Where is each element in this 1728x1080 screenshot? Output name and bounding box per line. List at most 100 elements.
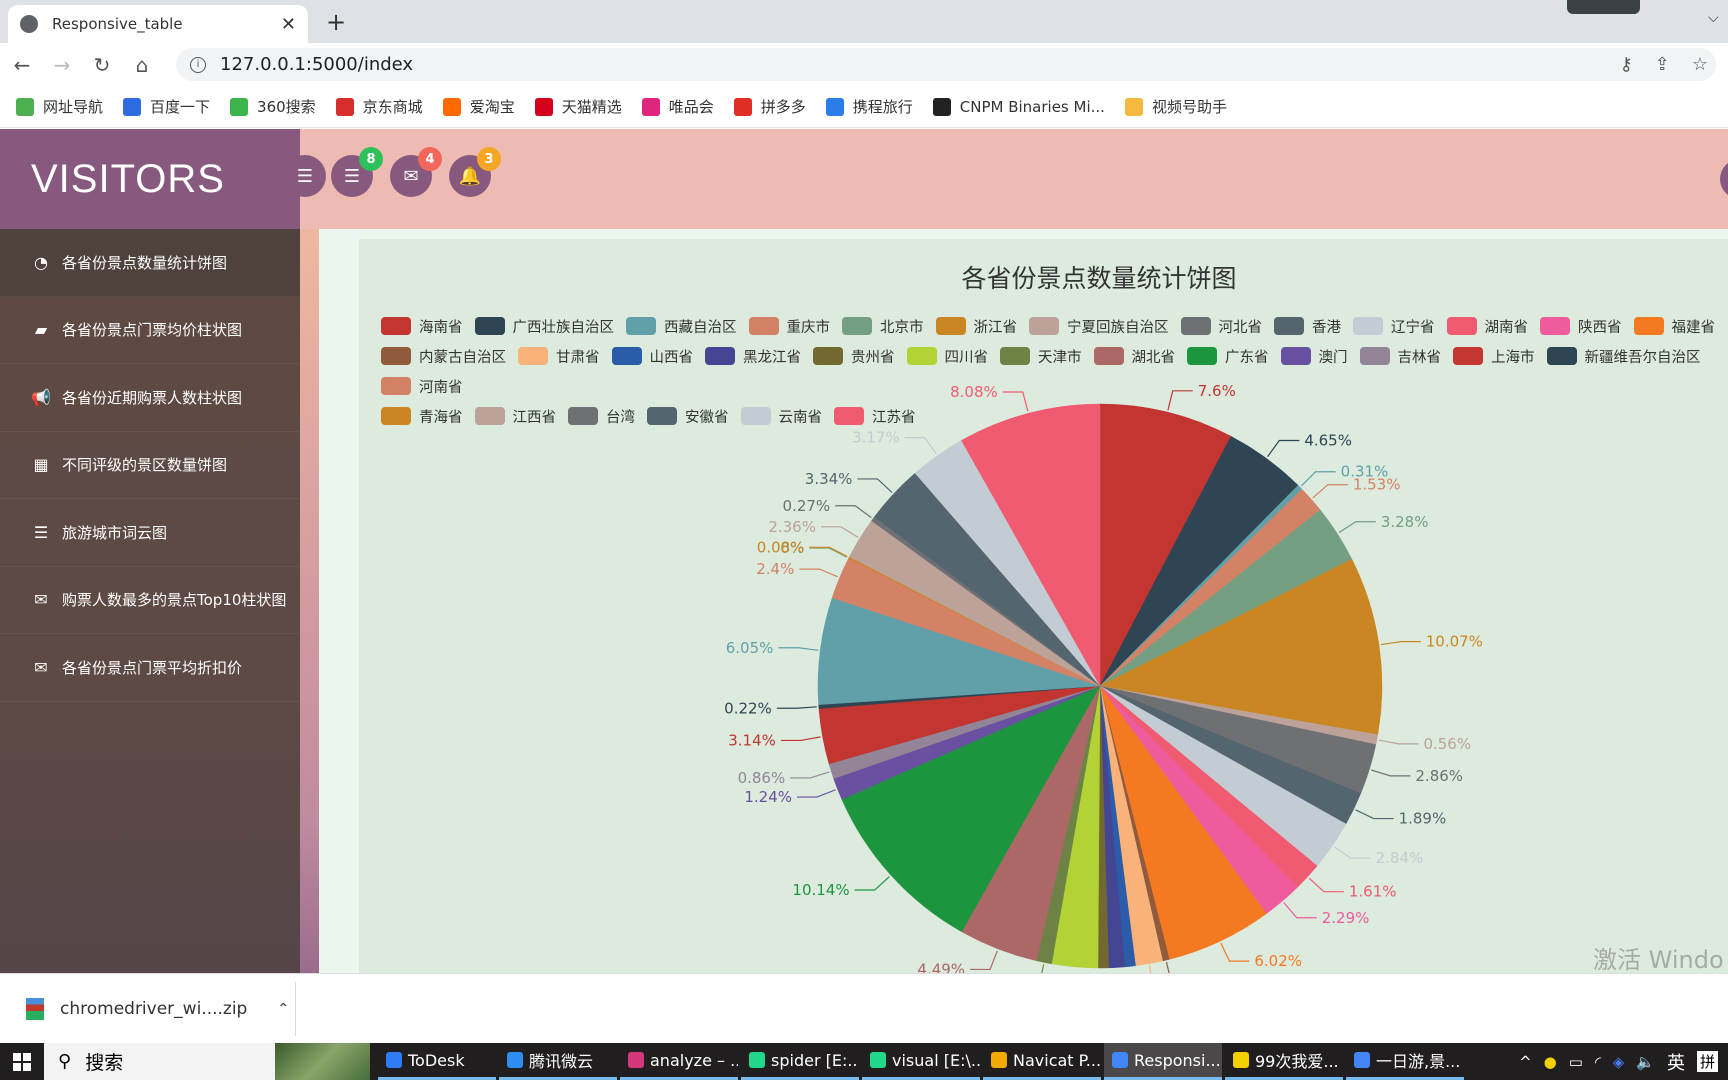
bookmark-label: CNPM Binaries Mi... — [959, 97, 1105, 116]
pie-label-line — [1167, 390, 1193, 411]
bookmark-item[interactable]: CNPM Binaries Mi... — [932, 97, 1105, 116]
ime-language[interactable]: 英 — [1667, 1049, 1685, 1075]
pie-label-line — [1308, 877, 1344, 893]
bookmark-item[interactable]: 360搜索 — [230, 96, 316, 117]
share-icon[interactable]: ⇪ — [1655, 54, 1670, 75]
taskbar-app-label: analyze – ... — [650, 1050, 738, 1070]
pie-data-label: 6.05% — [726, 639, 774, 657]
app-icon — [628, 1052, 644, 1068]
bookmark-favicon-icon — [335, 97, 354, 116]
browser-toolbar: ← → ↻ ⌂ i 127.0.0.1:5000/index ⚷ ⇪ ☆ — [0, 43, 1728, 86]
tab-search-chevron-icon[interactable]: ⌵ — [1708, 10, 1719, 26]
new-tab-button[interactable]: + — [326, 8, 346, 36]
chevron-up-icon[interactable]: ⌃ — [277, 1001, 289, 1017]
bookmark-label: 携程旅行 — [852, 98, 913, 116]
close-tab-icon[interactable]: ✕ — [281, 14, 296, 35]
alerts-button[interactable]: 🔔 3 — [449, 147, 501, 197]
bookmark-item[interactable]: 拼多多 — [733, 96, 806, 117]
bookmark-item[interactable]: 天猫精选 — [534, 96, 622, 117]
taskbar-app[interactable]: visual [E:\... — [862, 1043, 980, 1080]
taskbar-app[interactable]: 一日游,景... — [1346, 1043, 1464, 1080]
pie-data-label: 0.22% — [724, 699, 772, 717]
taskbar-app[interactable]: analyze – ... — [620, 1043, 738, 1080]
pie-label-line — [1371, 769, 1411, 777]
pie-data-label: 2.86% — [1415, 767, 1463, 785]
app-icon — [1354, 1052, 1370, 1068]
brand-header: VISITORS — [0, 129, 300, 229]
pie-label-line — [1002, 391, 1029, 412]
taskbar-app[interactable]: Navicat P... — [983, 1043, 1101, 1080]
star-icon[interactable]: ☆ — [1692, 54, 1708, 75]
bookmark-favicon-icon — [641, 97, 660, 116]
pie-data-label: 6.02% — [1254, 952, 1302, 970]
bookmark-label: 视频号助手 — [1151, 98, 1227, 116]
taskbar-apps: ToDesk 腾讯微云 analyze – ... spider [E:... visu… — [378, 1043, 1467, 1080]
pie-data-label: 0.86% — [738, 769, 786, 787]
pie-data-label: 2.29% — [1322, 909, 1370, 927]
pie-data-label: 4.65% — [1304, 432, 1352, 450]
messages-button[interactable]: ✉ 4 — [390, 147, 442, 197]
chevron-up-icon[interactable]: ^ — [1519, 1053, 1532, 1071]
pie-label-line — [1333, 846, 1371, 859]
tab-title: Responsive_table — [52, 15, 183, 33]
home-button[interactable]: ⌂ — [124, 53, 160, 77]
envelope-icon: ✉ — [403, 165, 419, 187]
bookmark-item[interactable]: 视频号助手 — [1124, 96, 1227, 117]
pie-label-line — [776, 706, 817, 709]
site-info-icon[interactable]: i — [190, 56, 206, 73]
network-meter-widget — [1567, 0, 1640, 14]
taskbar-app[interactable]: Responsi... — [1104, 1043, 1222, 1080]
dashboard-icon: ◔ — [34, 252, 48, 272]
sidebar-item[interactable]: ▰ 各省份景点门票均价柱状图 — [0, 297, 300, 364]
sidebar-item[interactable]: ◔ 各省份景点数量统计饼图 — [0, 229, 300, 297]
qq-music-icon[interactable]: ● — [1544, 1053, 1557, 1071]
bookmark-item[interactable]: 网址导航 — [16, 96, 103, 117]
taskbar-search[interactable]: ⚲ 搜索 — [44, 1043, 370, 1080]
bookmark-item[interactable]: 京东商城 — [335, 96, 423, 117]
shield-icon[interactable]: ◈ — [1613, 1053, 1625, 1071]
key-icon[interactable]: ⚷ — [1620, 54, 1633, 75]
bookmark-item[interactable]: 唯品会 — [641, 96, 714, 117]
download-filename[interactable]: chromedriver_wi....zip — [60, 999, 247, 1019]
address-bar[interactable]: i 127.0.0.1:5000/index ⚷ ⇪ ☆ — [176, 48, 1716, 81]
pie-label-line — [1380, 641, 1421, 646]
bookmarks-bar: 网址导航 百度一下 360搜索 京东商城 爱淘宝 天猫精选 唯品会 拼多多 携程旅行 CNPM B… — [0, 86, 1728, 128]
taskbar-app[interactable]: spider [E:... — [741, 1043, 859, 1080]
taskbar-app[interactable]: ToDesk — [378, 1043, 496, 1080]
back-button[interactable]: ← — [4, 53, 40, 77]
sidebar-item[interactable]: 📢 各省份近期购票人数柱状图 — [0, 364, 300, 432]
reload-button[interactable]: ↻ — [84, 53, 120, 77]
sidebar-item[interactable]: ✉ 购票人数最多的景点Top10柱状图 — [0, 567, 300, 634]
browser-tab[interactable]: Responsive_table ✕ — [8, 5, 308, 43]
bookmark-item[interactable]: 携程旅行 — [825, 96, 913, 117]
user-avatar[interactable] — [1720, 159, 1728, 199]
pie-label-line — [797, 789, 836, 798]
sidebar-item[interactable]: ☰ 旅游城市词云图 — [0, 499, 300, 567]
battery-icon[interactable]: ▭ — [1569, 1053, 1583, 1071]
sidebar-item-label: 不同评级的景区数量饼图 — [62, 456, 228, 475]
forward-button[interactable]: → — [44, 53, 80, 77]
pie-label-line — [1355, 809, 1394, 820]
app-icon — [991, 1052, 1007, 1068]
archive-icon — [26, 997, 44, 1020]
hamburger-icon: ☰ — [296, 165, 314, 187]
taskbar-app[interactable]: 99次我爱... — [1225, 1043, 1343, 1080]
app-icon — [749, 1052, 765, 1068]
envelope-icon: ✉ — [34, 657, 48, 677]
sidebar-item[interactable]: ✉ 各省份景点门票平均折扣价 — [0, 634, 300, 702]
bookmark-item[interactable]: 百度一下 — [123, 96, 210, 117]
volume-icon[interactable]: 🔈 — [1636, 1053, 1655, 1071]
globe-icon — [20, 15, 38, 33]
pie-data-label: 2.4% — [756, 560, 794, 578]
start-button[interactable] — [0, 1052, 44, 1071]
wifi-icon[interactable]: ◜ — [1595, 1053, 1601, 1071]
pie-data-label: 1.61% — [1349, 883, 1397, 901]
tasks-button[interactable]: ☰ 8 — [331, 147, 383, 197]
bookmark-label: 爱淘宝 — [469, 98, 515, 116]
menu-toggle-button[interactable]: ☰ — [284, 155, 326, 197]
sidebar-item[interactable]: ▦ 不同评级的景区数量饼图 — [0, 432, 300, 499]
ime-mode[interactable]: 拼 — [1696, 1051, 1718, 1072]
bookmark-item[interactable]: 爱淘宝 — [442, 96, 515, 117]
taskbar-app[interactable]: 腾讯微云 — [499, 1043, 617, 1080]
pie-data-label: 1.53% — [1353, 476, 1401, 494]
